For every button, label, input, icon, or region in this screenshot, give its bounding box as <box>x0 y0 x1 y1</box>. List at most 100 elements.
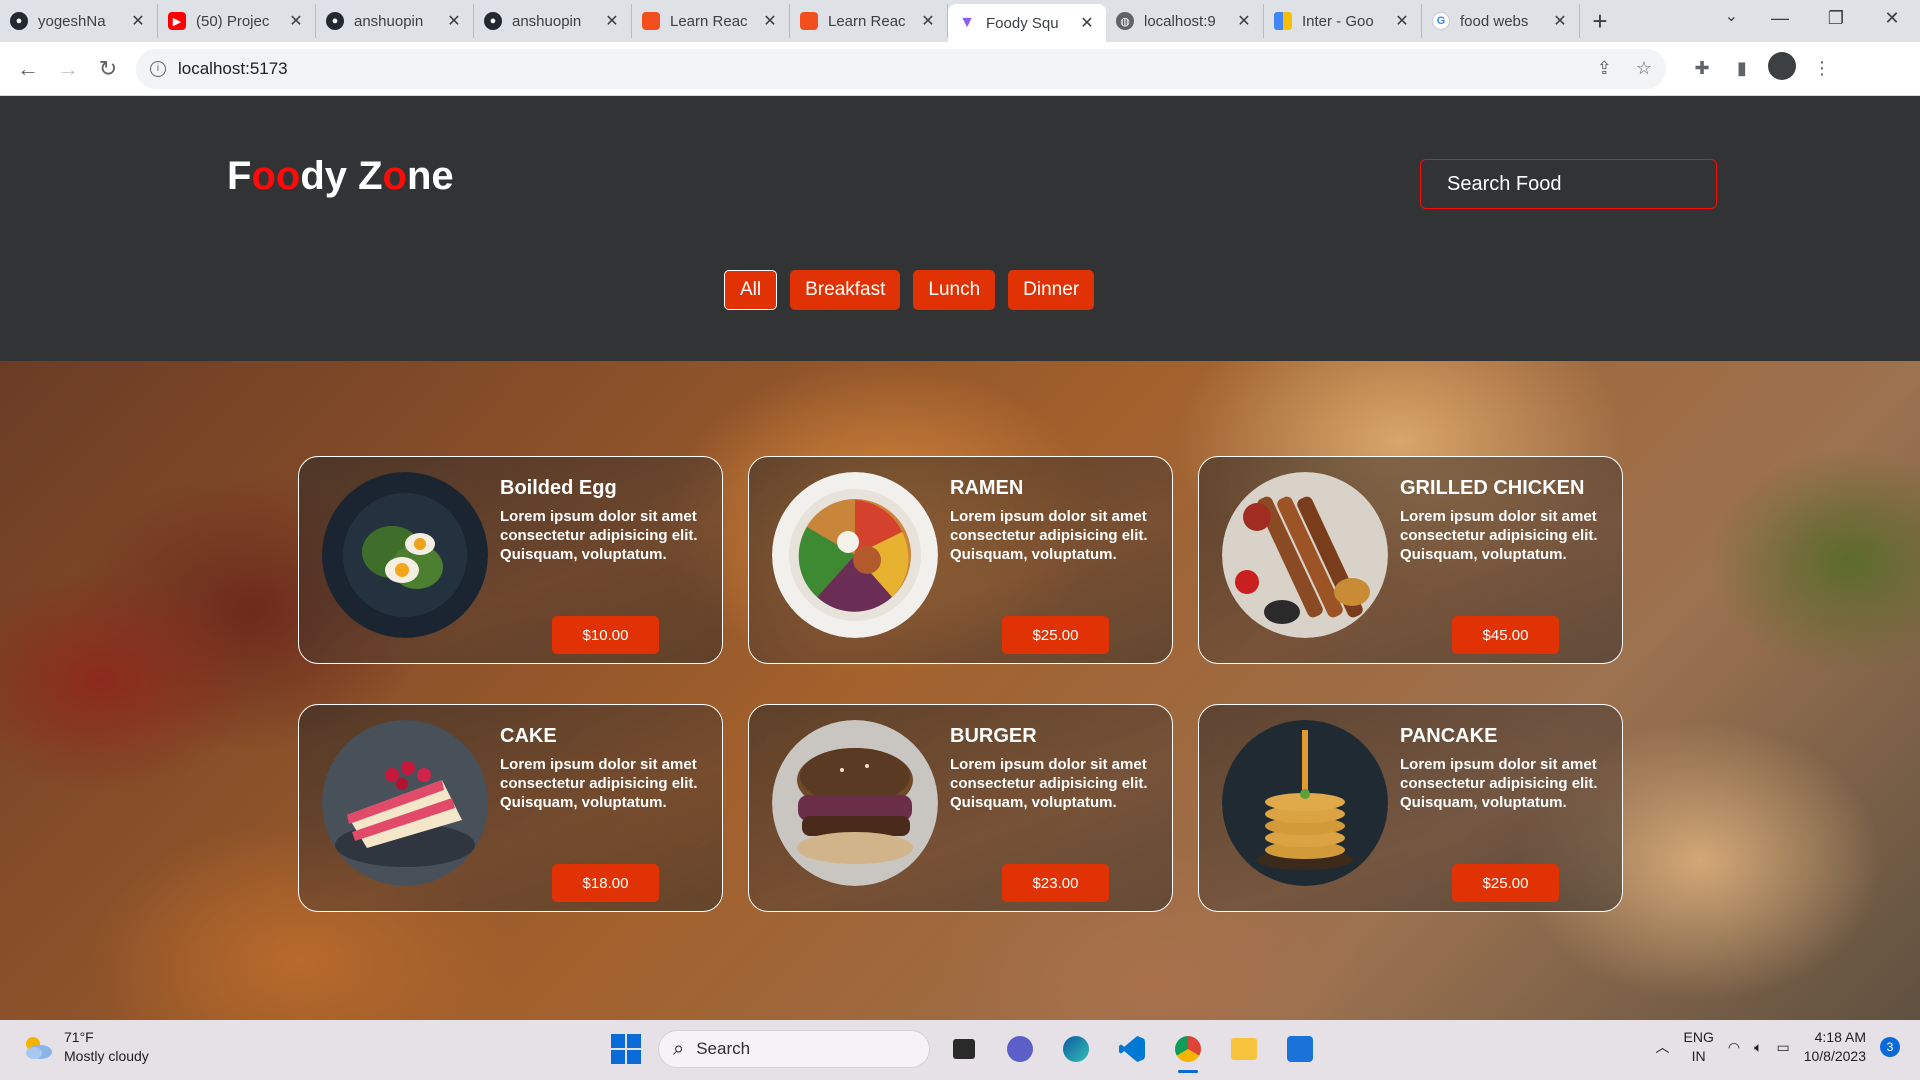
close-icon[interactable]: ✕ <box>1235 11 1253 31</box>
github-icon: ● <box>326 12 344 30</box>
browser-tab[interactable]: Inter - Goo ✕ <box>1264 4 1422 38</box>
teams-chat-icon[interactable] <box>998 1029 1042 1069</box>
weather-widget[interactable]: 71°F Mostly cloudy <box>20 1028 149 1066</box>
tab-title: Inter - Goo <box>1302 12 1374 30</box>
browser-tab[interactable]: ▶ (50) Projec ✕ <box>158 4 316 38</box>
price-button[interactable]: $45.00 <box>1452 616 1559 654</box>
chevron-up-icon[interactable]: ︿ <box>1656 1037 1670 1057</box>
window-close-icon[interactable]: ✕ <box>1864 8 1920 29</box>
food-card: RAMEN Lorem ipsum dolor sit amet consect… <box>748 456 1173 664</box>
share-icon[interactable]: ⇪ <box>1597 58 1612 79</box>
browser-tab[interactable]: ● anshuopin ✕ <box>474 4 632 38</box>
food-section: Boilded Egg Lorem ipsum dolor sit amet c… <box>0 361 1920 1020</box>
close-icon[interactable]: ✕ <box>287 11 305 31</box>
food-name: Boilded Egg <box>500 477 617 499</box>
minimize-icon[interactable]: — <box>1752 8 1808 29</box>
figma-icon <box>800 12 818 30</box>
close-icon[interactable]: ✕ <box>761 11 779 31</box>
vscode-icon[interactable] <box>1110 1029 1154 1069</box>
filter-lunch-button[interactable]: Lunch <box>913 270 996 310</box>
price-button[interactable]: $18.00 <box>552 864 659 902</box>
tab-search-icon[interactable]: ⌄ <box>1725 6 1738 26</box>
food-card: BURGER Lorem ipsum dolor sit amet consec… <box>748 704 1173 912</box>
profile-button[interactable] <box>1762 52 1802 85</box>
browser-tab[interactable]: ◍ localhost:9 ✕ <box>1106 4 1264 38</box>
close-icon[interactable]: ✕ <box>603 11 621 31</box>
browser-tab[interactable]: ● yogeshNa ✕ <box>0 4 158 38</box>
weather-temp: 71°F <box>64 1029 94 1045</box>
site-header: Foody Zone All Breakfast Lunch Dinner <box>0 96 1920 361</box>
browser-tab-active[interactable]: ▼ Foody Squ ✕ <box>948 4 1106 42</box>
restore-icon[interactable]: ❐ <box>1808 8 1864 29</box>
food-image <box>322 720 488 886</box>
close-icon[interactable]: ✕ <box>1393 11 1411 31</box>
price-button[interactable]: $25.00 <box>1002 616 1109 654</box>
price-button[interactable]: $25.00 <box>1452 864 1559 902</box>
url-text[interactable]: localhost:5173 <box>178 59 1573 79</box>
reload-icon[interactable]: ↻ <box>88 56 128 82</box>
logo-accent-part: oo <box>251 154 301 198</box>
figma-icon <box>642 12 660 30</box>
language-indicator[interactable]: ENG IN <box>1684 1028 1714 1066</box>
price-button[interactable]: $10.00 <box>552 616 659 654</box>
tab-title: Learn Reac <box>670 12 748 30</box>
task-view-icon[interactable] <box>942 1029 986 1069</box>
tab-title: yogeshNa <box>38 12 106 30</box>
filter-breakfast-button[interactable]: Breakfast <box>790 270 901 310</box>
clock[interactable]: 4:18 AM 10/8/2023 <box>1804 1028 1866 1066</box>
site-info-icon[interactable]: i <box>150 60 166 77</box>
system-tray: ︿ ENG IN ◠ 🔈︎ ▭ 4:18 AM 10/8/2023 3 <box>1656 1028 1900 1066</box>
volume-icon[interactable]: 🔈︎ <box>1754 1039 1762 1056</box>
lang-bottom: IN <box>1691 1048 1706 1064</box>
close-icon[interactable]: ✕ <box>919 11 937 31</box>
close-icon[interactable]: ✕ <box>1078 13 1096 33</box>
microsoft-store-icon[interactable] <box>1278 1029 1322 1069</box>
back-icon[interactable]: ← <box>8 56 48 82</box>
battery-icon[interactable]: ▭ <box>1776 1039 1789 1056</box>
forward-icon[interactable]: → <box>48 56 88 82</box>
food-image <box>772 472 938 638</box>
tab-title: food webs <box>1460 12 1529 30</box>
new-tab-button[interactable]: + <box>1580 4 1620 38</box>
filter-all-button[interactable]: All <box>724 270 778 310</box>
close-icon[interactable]: ✕ <box>445 11 463 31</box>
close-icon[interactable]: ✕ <box>129 11 147 31</box>
logo-accent-part: o <box>382 154 407 198</box>
google-icon: G <box>1432 12 1450 30</box>
browser-toolbar: ✚ ▮ ⋮ <box>1682 52 1842 85</box>
file-explorer-icon[interactable] <box>1222 1029 1266 1069</box>
browser-tab[interactable]: G food webs ✕ <box>1422 4 1580 38</box>
close-icon[interactable]: ✕ <box>1551 11 1569 31</box>
google-fonts-icon <box>1274 12 1292 30</box>
tab-title: localhost:9 <box>1144 12 1216 30</box>
filter-buttons: All Breakfast Lunch Dinner <box>724 270 1095 310</box>
extensions-icon[interactable]: ✚ <box>1682 58 1722 79</box>
food-card-grid: Boilded Egg Lorem ipsum dolor sit amet c… <box>298 456 1623 912</box>
address-bar-row: ← → ↻ i localhost:5173 ⇪ ☆ ✚ ▮ ⋮ <box>0 42 1920 96</box>
notification-badge[interactable]: 3 <box>1880 1037 1900 1057</box>
menu-kebab-icon[interactable]: ⋮ <box>1802 58 1842 79</box>
food-card: Boilded Egg Lorem ipsum dolor sit amet c… <box>298 456 723 664</box>
lang-top: ENG <box>1683 1029 1714 1045</box>
bookmark-star-icon[interactable]: ☆ <box>1636 58 1652 79</box>
avatar <box>1768 52 1796 80</box>
windows-start-icon[interactable] <box>606 1029 646 1069</box>
wifi-icon[interactable]: ◠ <box>1728 1039 1740 1056</box>
filter-dinner-button[interactable]: Dinner <box>1008 270 1095 310</box>
food-name: GRILLED CHICKEN <box>1400 477 1585 499</box>
browser-tab[interactable]: Learn Reac ✕ <box>790 4 948 38</box>
edge-icon[interactable] <box>1054 1029 1098 1069</box>
search-food-input[interactable] <box>1420 159 1717 209</box>
browser-tab-strip: ● yogeshNa ✕ ▶ (50) Projec ✕ ● anshuopin… <box>0 0 1920 42</box>
food-card: GRILLED CHICKEN Lorem ipsum dolor sit am… <box>1198 456 1623 664</box>
window-controls: — ❐ ✕ <box>1752 0 1920 36</box>
chrome-icon[interactable] <box>1166 1029 1210 1073</box>
taskbar-search[interactable]: ⌕ Search <box>658 1030 930 1068</box>
browser-tab[interactable]: Learn Reac ✕ <box>632 4 790 38</box>
price-button[interactable]: $23.00 <box>1002 864 1109 902</box>
browser-tab[interactable]: ● anshuopin ✕ <box>316 4 474 38</box>
omnibox[interactable]: i localhost:5173 ⇪ ☆ <box>136 48 1666 89</box>
logo-part: ne <box>406 154 454 198</box>
tab-title: anshuopin <box>512 12 582 30</box>
side-panel-icon[interactable]: ▮ <box>1722 58 1762 79</box>
